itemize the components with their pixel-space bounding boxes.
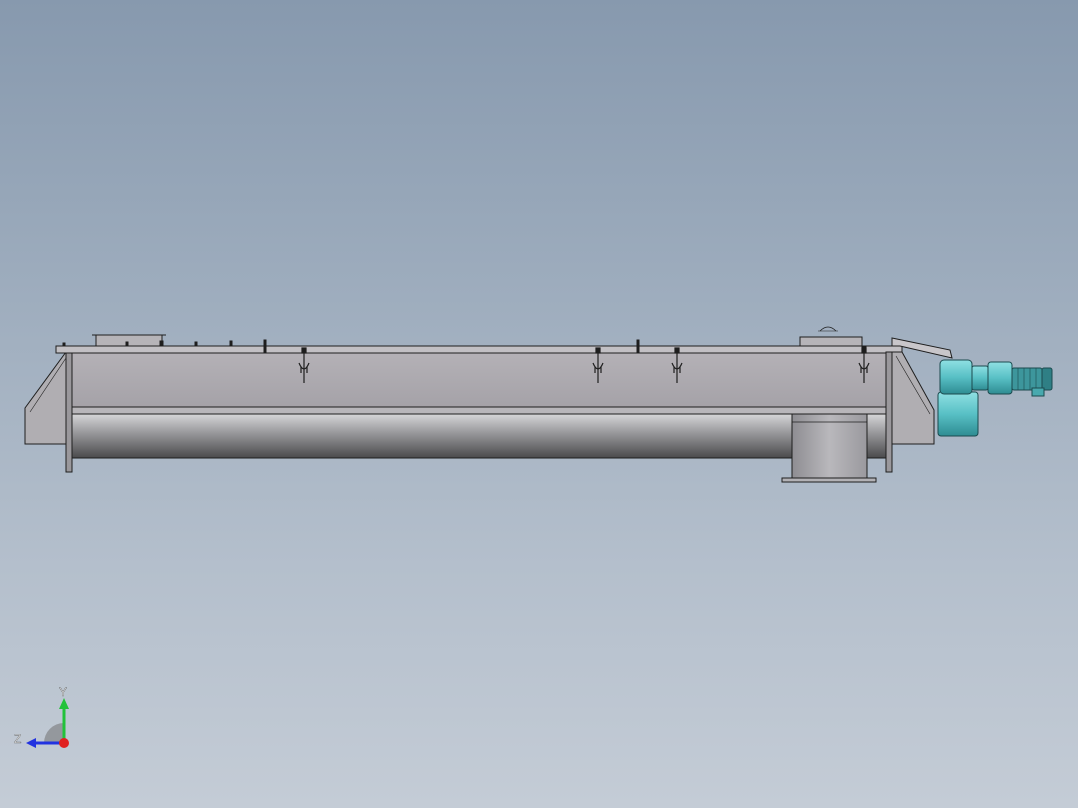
inlet-hatch bbox=[95, 334, 163, 347]
right-end-support bbox=[891, 351, 935, 445]
left-end-support bbox=[24, 350, 67, 445]
x-axis-dot bbox=[59, 738, 69, 748]
trough-lower-body bbox=[71, 413, 891, 459]
screw-conveyor-model[interactable] bbox=[24, 326, 1053, 483]
gear-motor bbox=[937, 359, 1053, 437]
trough-upper-body bbox=[71, 352, 891, 408]
discharge-outlet bbox=[781, 413, 877, 483]
top-cover bbox=[55, 345, 903, 354]
z-axis-label: Z bbox=[14, 732, 21, 746]
cad-viewport[interactable] bbox=[0, 0, 1078, 808]
orientation-triad: Y Z bbox=[14, 685, 69, 748]
y-axis-label: Y bbox=[59, 685, 67, 699]
inspection-hatch bbox=[799, 336, 863, 347]
